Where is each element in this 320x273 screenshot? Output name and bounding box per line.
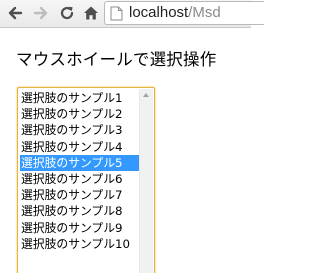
listbox-option[interactable]: 選択肢のサンプル7 <box>20 187 139 203</box>
home-button[interactable] <box>81 3 101 23</box>
page-content: マウスホイールで選択操作 選択肢のサンプル1 選択肢のサンプル2 選択肢のサンプル3… <box>0 29 251 273</box>
listbox-option[interactable]: 選択肢のサンプル9 <box>20 220 139 236</box>
page-icon <box>110 6 123 21</box>
page-title: マウスホイールで選択操作 <box>16 50 217 69</box>
listbox-option[interactable]: 選択肢のサンプル8 <box>20 203 139 219</box>
forward-button[interactable] <box>31 3 51 23</box>
option-listbox[interactable]: 選択肢のサンプル1 選択肢のサンプル2 選択肢のサンプル3 選択肢のサンプル4 選択肢の… <box>17 87 155 273</box>
listbox-option[interactable]: 選択肢のサンプル2 <box>20 106 139 122</box>
listbox-options: 選択肢のサンプル1 選択肢のサンプル2 選択肢のサンプル3 選択肢のサンプル4 選択肢の… <box>20 90 139 252</box>
listbox-option[interactable]: 選択肢のサンプル6 <box>20 171 139 187</box>
listbox-option-selected[interactable]: 選択肢のサンプル5 <box>20 154 139 171</box>
back-button[interactable] <box>5 3 25 23</box>
scroll-up-arrow-icon[interactable] <box>143 93 149 97</box>
url-text: localhost/Msd <box>129 4 221 21</box>
address-bar[interactable]: localhost/Msd <box>104 1 264 25</box>
listbox-option[interactable]: 選択肢のサンプル3 <box>20 122 139 138</box>
forward-arrow-icon <box>33 6 48 20</box>
listbox-option[interactable]: 選択肢のサンプル10 <box>20 236 139 252</box>
listbox-scrollbar[interactable] <box>139 89 153 273</box>
home-icon <box>84 6 98 20</box>
back-arrow-icon <box>8 6 23 20</box>
listbox-option[interactable]: 選択肢のサンプル4 <box>20 139 139 155</box>
url-path: /Msd <box>188 4 221 21</box>
reload-icon <box>60 6 74 20</box>
reload-button[interactable] <box>57 3 77 23</box>
url-host: localhost <box>129 4 189 21</box>
browser-toolbar: localhost/Msd <box>0 0 264 28</box>
listbox-option[interactable]: 選択肢のサンプル1 <box>20 90 139 106</box>
